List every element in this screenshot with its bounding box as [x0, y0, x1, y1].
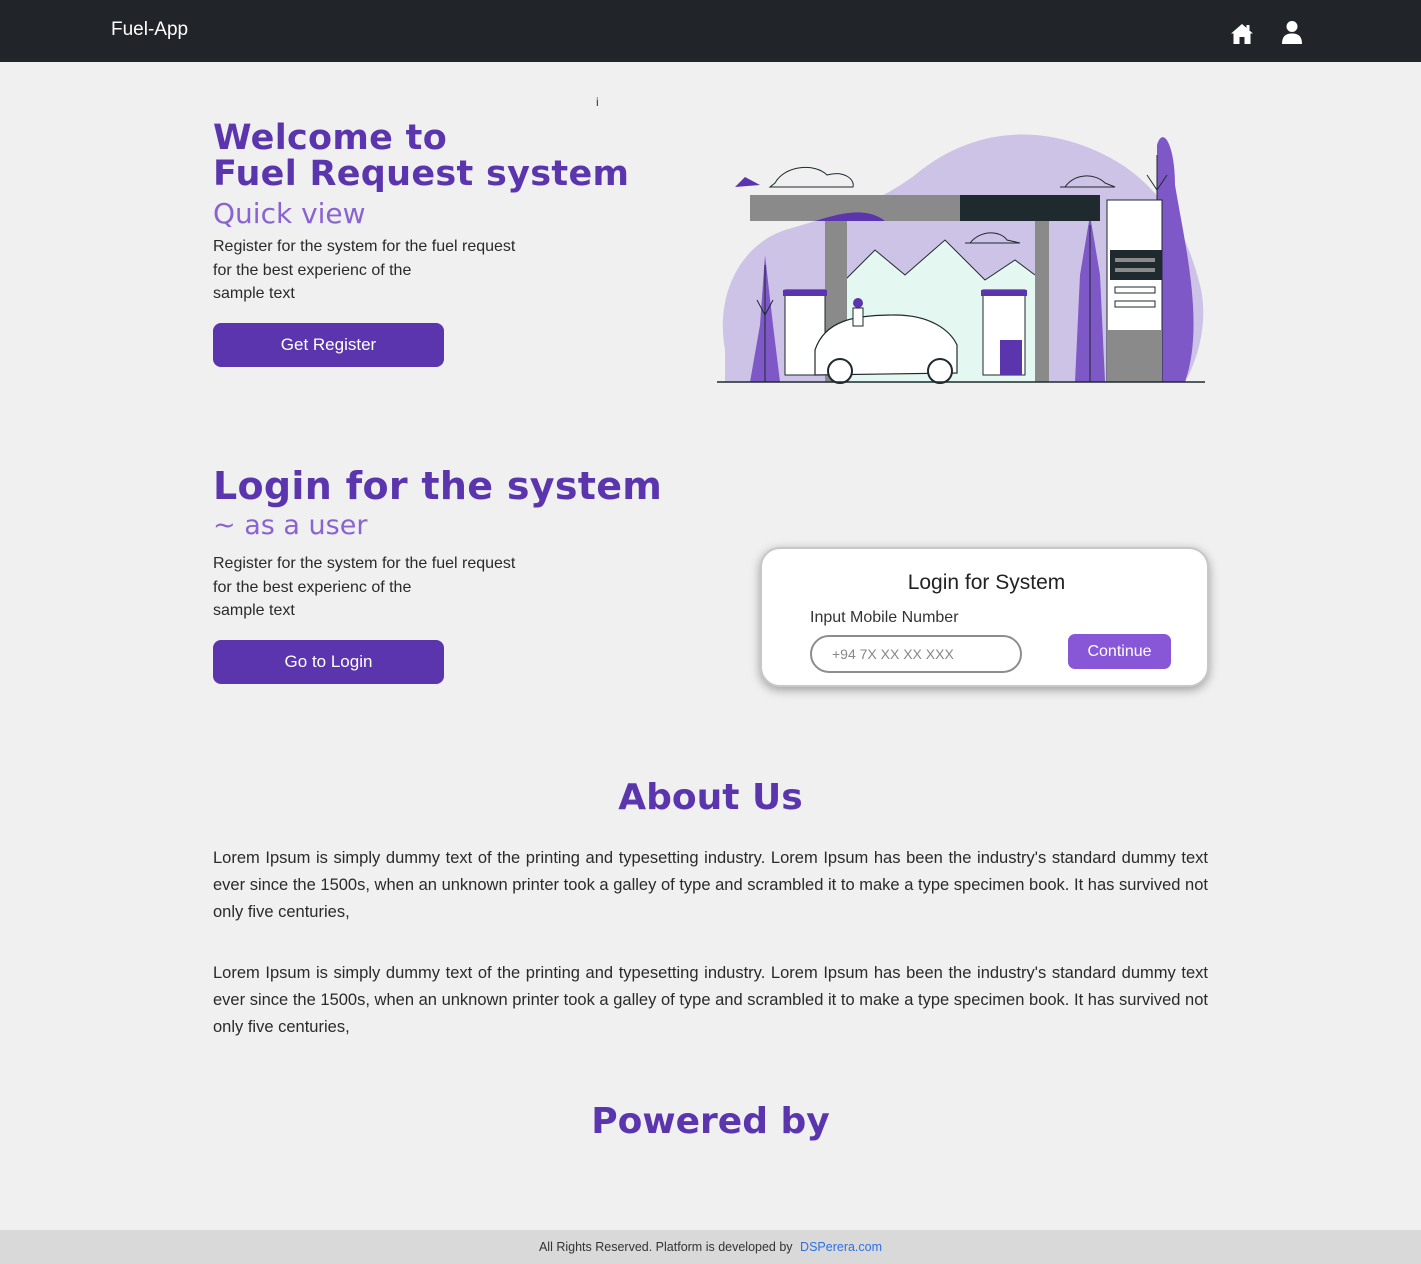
- hero-title-line1: Welcome to: [213, 118, 448, 158]
- login-section-title: Login for the system: [213, 464, 663, 508]
- login-desc-line3: sample text: [213, 602, 295, 619]
- hero-description: Register for the system for the fuel req…: [213, 235, 553, 306]
- get-register-button[interactable]: Get Register: [213, 323, 444, 367]
- login-desc-line2: for the best experienc of the: [213, 578, 412, 596]
- about-us-title: About Us: [618, 777, 803, 818]
- hero-desc-line2: for the best experienc of the: [213, 261, 412, 279]
- go-to-login-button[interactable]: Go to Login: [213, 640, 444, 684]
- hero-subtitle: Quick view: [213, 197, 366, 230]
- powered-by-title: Powered by: [591, 1101, 830, 1142]
- login-card-title: Login for System: [907, 571, 1066, 594]
- stray-character: i: [596, 95, 599, 109]
- hero-desc-line1: Register for the system for the fuel req…: [213, 238, 516, 255]
- login-desc-line1: Register for the system for the fuel req…: [213, 555, 516, 572]
- about-paragraph-2: Lorem Ipsum is simply dummy text of the …: [213, 964, 1208, 1036]
- footer-link[interactable]: DSPerera.com: [800, 1240, 882, 1254]
- login-section-subtitle: ~ as a user: [213, 510, 368, 541]
- hero-title-line2: Fuel Request system: [213, 154, 630, 194]
- navbar: Fuel-App: [0, 0, 1421, 62]
- footer-text: All Rights Reserved. Platform is develop…: [538, 1240, 793, 1254]
- continue-button[interactable]: Continue: [1068, 634, 1171, 669]
- about-paragraph-1: Lorem Ipsum is simply dummy text of the …: [213, 849, 1208, 921]
- fuel-station-illustration: [717, 134, 1205, 384]
- user-icon[interactable]: [1279, 19, 1305, 45]
- mobile-number-label: Input Mobile Number: [810, 609, 959, 626]
- login-section-description: Register for the system for the fuel req…: [213, 552, 553, 623]
- footer: All Rights Reserved. Platform is develop…: [0, 1230, 1421, 1264]
- brand-link[interactable]: Fuel-App: [111, 19, 188, 41]
- home-icon[interactable]: [1229, 20, 1255, 46]
- mobile-number-input[interactable]: [810, 635, 1022, 673]
- hero-desc-line3: sample text: [213, 285, 295, 302]
- login-card: Login for System Input Mobile Number Con…: [760, 547, 1209, 687]
- hero-title: Welcome to Fuel Request system: [213, 120, 629, 192]
